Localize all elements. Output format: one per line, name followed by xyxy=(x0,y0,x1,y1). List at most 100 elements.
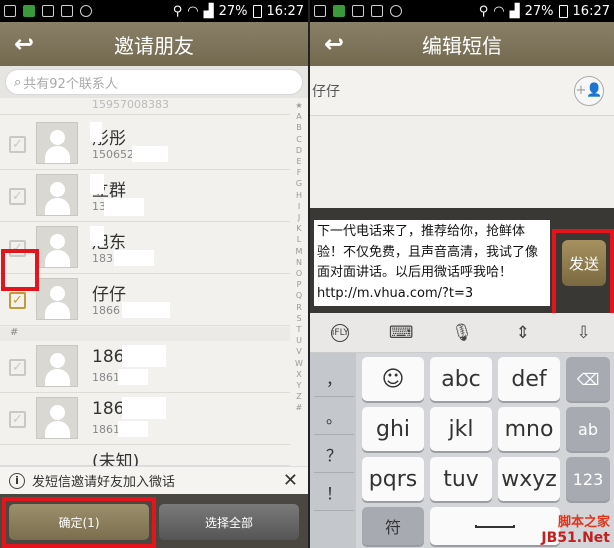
redaction xyxy=(114,250,154,266)
info-icon: i xyxy=(9,472,25,489)
recipient-field[interactable]: 仔仔 +👤 xyxy=(310,66,614,116)
invite-notice: i 发短信邀请好友加入微话 ✕ xyxy=(0,466,308,494)
app-icon xyxy=(61,5,73,17)
add-person-icon: +👤 xyxy=(575,83,603,98)
redaction xyxy=(118,369,148,385)
redaction xyxy=(122,345,166,367)
key-wxyz[interactable]: wxyz xyxy=(498,457,560,501)
keyboard-icon[interactable]: ⌨ xyxy=(387,319,415,347)
app-badge-icon xyxy=(80,5,92,17)
back-arrow-icon: ↩ xyxy=(323,30,345,58)
invite-friends-screen: ⚲ ◠ ▟ 27% 16:27 ↩ 邀请朋友 ⌕ 共有92个联系人 ★ A B C D E… xyxy=(0,0,308,548)
watermark: 脚本之家 JB51.Net xyxy=(541,515,610,546)
usb-icon: ⚲ xyxy=(172,3,183,19)
cursor-icon[interactable]: ⇕ xyxy=(509,319,537,347)
battery-percent: 27% xyxy=(218,3,248,19)
microphone-icon[interactable]: 🎙 xyxy=(448,319,476,347)
num-key[interactable]: 123 xyxy=(566,457,610,501)
signal-icon: ▟ xyxy=(509,3,520,19)
search-icon: ⌕ xyxy=(14,74,22,90)
key-question[interactable]: ？ xyxy=(314,435,354,473)
checkbox[interactable]: ✓ xyxy=(9,136,26,153)
ab-key[interactable]: ab xyxy=(566,407,610,451)
app-badge-icon xyxy=(390,5,402,17)
key-def[interactable]: def xyxy=(498,357,560,401)
redaction xyxy=(104,198,144,216)
redaction xyxy=(90,174,104,194)
status-bar: ⚲ ◠ ▟ 27% 16:27 xyxy=(0,0,308,22)
checkbox[interactable]: ✓ xyxy=(9,411,26,428)
key-abc[interactable]: abc xyxy=(430,357,492,401)
clock: 16:27 xyxy=(266,3,304,19)
symbol-key[interactable]: 符 xyxy=(362,507,424,545)
alphabet-index[interactable]: ★ A B C D E F G H I J K L M N O P Q R S T U V W X Y Z # xyxy=(292,100,306,414)
partial-contact-number: 15957008383 xyxy=(92,98,169,111)
redaction xyxy=(122,302,170,318)
contact-row-selected[interactable]: ✓ 仔仔 1866 xyxy=(0,274,290,326)
contact-row[interactable]: ✓ 旭东 1835 xyxy=(0,222,290,274)
image-icon xyxy=(42,5,54,17)
contact-row[interactable]: ✓ 彤彤 1506527 xyxy=(0,118,290,170)
title-bar: ↩ 邀请朋友 xyxy=(0,22,308,66)
close-icon[interactable]: ✕ xyxy=(283,470,298,491)
image-icon xyxy=(352,5,364,17)
avatar xyxy=(36,174,78,216)
keyboard: ， 。 ？ ！ ☺ abc def ⌫ ghi jkl mno ab pqrs … xyxy=(310,353,614,548)
delete-key[interactable]: ⌫ xyxy=(566,357,610,401)
contact-number: 1866 xyxy=(92,304,120,317)
key-exclaim[interactable]: ！ xyxy=(314,473,354,511)
redaction xyxy=(122,397,166,419)
avatar xyxy=(36,278,78,320)
add-contact-button[interactable]: +👤 xyxy=(574,76,604,106)
key-jkl[interactable]: jkl xyxy=(430,407,492,451)
contact-name: 仔仔 xyxy=(92,285,126,305)
clock: 16:27 xyxy=(572,3,610,19)
key-pqrs[interactable]: pqrs xyxy=(362,457,424,501)
iflytek-icon[interactable]: iFLY xyxy=(326,319,354,347)
page-title: 编辑短信 xyxy=(422,33,502,58)
ime-toolbar: iFLY ⌨ 🎙 ⇕ ⇩ xyxy=(310,313,614,353)
avatar xyxy=(36,345,78,387)
edit-sms-screen: ⚲ ◠ ▟ 27% 16:27 ↩ 编辑短信 仔仔 +👤 下一代电话来了，推荐给… xyxy=(310,0,614,548)
battery-icon xyxy=(558,4,568,18)
key-comma[interactable]: ， xyxy=(314,359,354,397)
divider xyxy=(0,114,290,115)
message-input[interactable]: 下一代电话来了，推荐给你，抢鲜体验！不仅免费，且声音高清，我试了像面对面讲话。以… xyxy=(314,220,550,306)
key-emoji[interactable]: ☺ xyxy=(362,357,424,401)
highlight-confirm xyxy=(2,497,156,548)
avatar xyxy=(36,122,78,164)
status-bar: ⚲ ◠ ▟ 27% 16:27 xyxy=(310,0,614,22)
punctuation-column: ， 。 ？ ！ xyxy=(310,353,356,548)
checkbox[interactable]: ✓ xyxy=(9,188,26,205)
back-button[interactable]: ↩ xyxy=(0,30,48,58)
key-mno[interactable]: mno xyxy=(498,407,560,451)
key-period[interactable]: 。 xyxy=(314,397,354,435)
redaction xyxy=(118,421,148,437)
recipient-name: 仔仔 xyxy=(312,84,340,100)
redaction xyxy=(90,226,104,246)
checkbox-checked[interactable]: ✓ xyxy=(9,292,26,309)
title-bar: ↩ 编辑短信 xyxy=(310,22,614,66)
contact-row[interactable]: ✓ 186 542 1861 42 xyxy=(0,341,290,393)
wifi-icon: ◠ xyxy=(187,3,199,19)
search-placeholder: 共有92个联系人 xyxy=(23,76,118,92)
search-input[interactable]: ⌕ 共有92个联系人 xyxy=(5,69,303,95)
notification-icon xyxy=(314,5,326,17)
highlight-checkbox xyxy=(1,249,39,291)
usb-icon: ⚲ xyxy=(478,3,489,19)
signal-icon: ▟ xyxy=(203,3,214,19)
key-tuv[interactable]: tuv xyxy=(430,457,492,501)
screenshot-root: ⚲ ◠ ▟ 27% 16:27 ↩ 邀请朋友 ⌕ 共有92个联系人 ★ A B C D E… xyxy=(0,0,614,548)
checkbox[interactable]: ✓ xyxy=(9,359,26,376)
key-ghi[interactable]: ghi xyxy=(362,407,424,451)
section-header: # xyxy=(0,327,290,341)
collapse-keyboard-icon[interactable]: ⇩ xyxy=(570,319,598,347)
back-button[interactable]: ↩ xyxy=(310,30,358,58)
select-all-button[interactable]: 选择全部 xyxy=(159,504,299,540)
page-title: 邀请朋友 xyxy=(114,33,194,58)
contact-row[interactable]: ✓ 186 542 1861 42 xyxy=(0,393,290,445)
back-arrow-icon: ↩ xyxy=(13,30,35,58)
redaction xyxy=(132,146,168,162)
contact-row[interactable]: ✓ 立群 13 972 xyxy=(0,170,290,222)
contact-row[interactable]: (未知) xyxy=(0,445,290,472)
